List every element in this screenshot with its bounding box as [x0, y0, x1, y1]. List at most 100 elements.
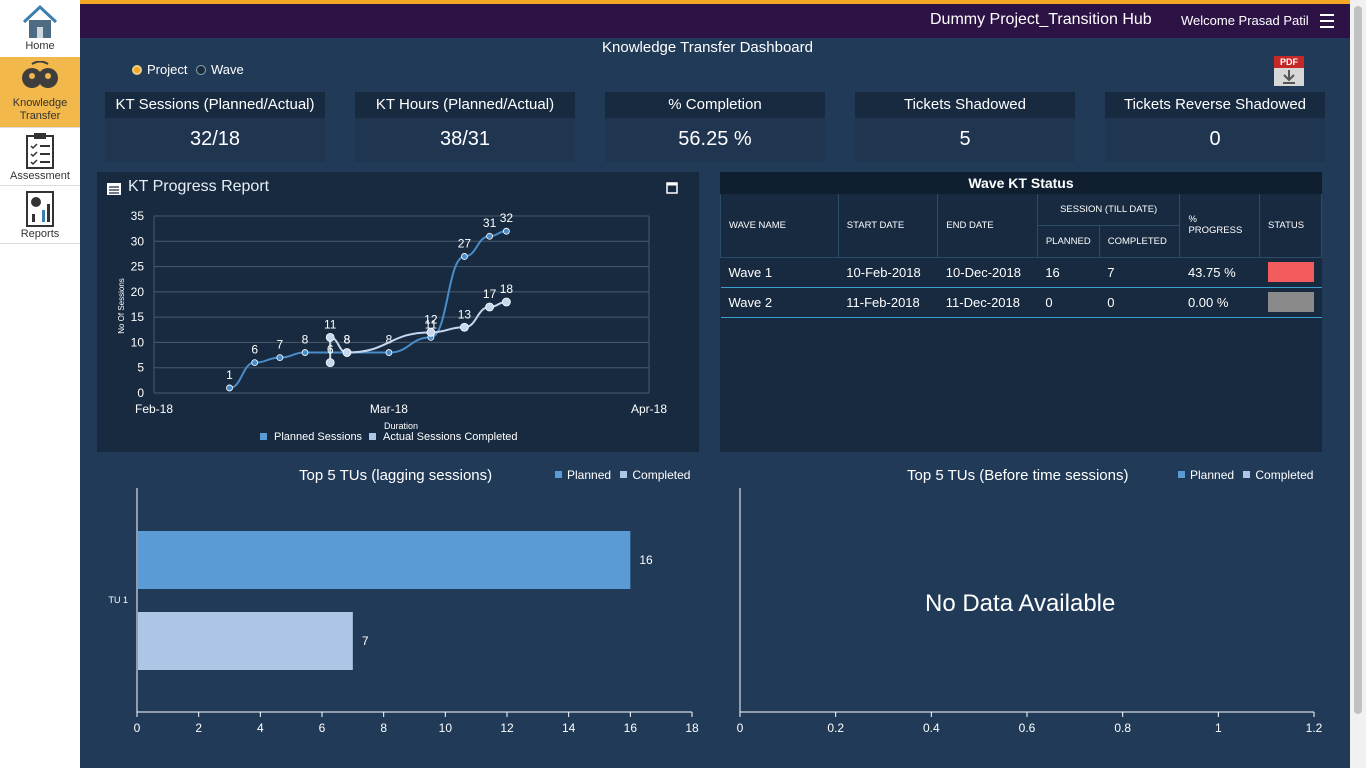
kpi-value: 5	[959, 128, 971, 150]
pdf-download-button[interactable]: PDF	[1274, 56, 1304, 86]
x-tick-label: Apr-18	[631, 402, 667, 416]
report-icon	[26, 191, 54, 227]
category-label: TU 1	[108, 595, 128, 605]
top-bar: Dummy Project_Transition Hub Welcome Pra…	[80, 0, 1350, 38]
data-label: 8	[302, 333, 309, 347]
data-label: 11	[324, 317, 337, 331]
sidebar-item-label: Knowledge Transfer	[12, 97, 68, 122]
y-tick-label: 30	[131, 234, 145, 248]
data-point	[485, 302, 494, 312]
sidebar-item-label: Reports	[20, 228, 60, 240]
data-label: 6	[327, 343, 334, 357]
end-date-cell: 10-Dec-2018	[937, 257, 1038, 288]
x-tick-label: 4	[257, 721, 264, 735]
sidebar-item-label: Assessment	[10, 170, 70, 182]
welcome-text: Welcome Prasad Patil	[1181, 13, 1309, 28]
status-cell	[1259, 287, 1322, 318]
data-point	[502, 227, 510, 235]
kpi-label: KT Sessions (Planned/Actual)	[105, 92, 325, 118]
status-swatch	[1267, 292, 1314, 312]
checklist-icon	[26, 133, 54, 169]
status-cell	[1259, 257, 1322, 288]
bar-value-label: 7	[362, 634, 369, 648]
data-label: 6	[251, 343, 258, 357]
data-point	[460, 322, 469, 332]
sidebar-item-assessment[interactable]: Assessment	[0, 128, 80, 186]
data-label: 31	[483, 216, 497, 230]
hamburger-icon[interactable]	[1320, 14, 1334, 28]
radio-wave[interactable]: Wave	[196, 62, 244, 77]
data-label: 12	[424, 312, 438, 326]
kpi-card-kt-sessions: KT Sessions (Planned/Actual) 32/18	[105, 92, 325, 162]
start-date-cell: 10-Feb-2018	[838, 257, 938, 288]
panel-title: Wave KT Status	[720, 172, 1322, 194]
data-label: 8	[344, 333, 351, 347]
start-date-cell: 11-Feb-2018	[838, 287, 938, 318]
radio-project[interactable]: Project	[132, 62, 187, 77]
progress-cell: 43.75 %	[1179, 257, 1260, 288]
radio-unselected-icon	[196, 65, 206, 75]
data-point	[251, 359, 259, 367]
sidebar-item-reports[interactable]: Reports	[0, 186, 80, 244]
data-point	[226, 384, 233, 392]
progress-cell: 0.00 %	[1179, 287, 1260, 318]
column-header: % PROGRESS	[1179, 194, 1260, 258]
scrollbar[interactable]	[1350, 0, 1366, 768]
kpi-value: 0	[1209, 128, 1221, 150]
x-tick-label: Feb-18	[135, 402, 173, 416]
y-tick-label: 10	[131, 335, 145, 349]
column-header: END DATE	[937, 194, 1038, 258]
series-line-1	[329, 300, 507, 363]
column-header: SESSION (TILL DATE)	[1036, 194, 1181, 226]
x-tick-label: 0.8	[1114, 721, 1131, 735]
table-row: Wave 2 11-Feb-2018 11-Dec-2018 0 0 0.00 …	[720, 287, 1322, 318]
wave-kt-status-panel: Wave KT Status WAVE NAME START DATE END …	[720, 172, 1322, 452]
status-swatch	[1267, 262, 1314, 282]
kpi-label: KT Hours (Planned/Actual)	[355, 92, 575, 118]
data-point	[426, 327, 436, 337]
x-tick-label: 6	[319, 721, 326, 735]
sidebar-item-label: Home	[25, 40, 55, 52]
data-point	[325, 332, 335, 342]
legend-swatch-actual	[369, 433, 376, 440]
data-point	[342, 348, 352, 357]
legend-label: Planned Sessions	[274, 431, 363, 443]
data-label: 32	[500, 211, 514, 225]
x-tick-label: 12	[500, 721, 514, 735]
y-tick-label: 25	[131, 260, 145, 274]
legend-swatch-completed	[1243, 471, 1251, 478]
x-tick-label: 8	[380, 721, 387, 735]
x-tick-label: 10	[439, 721, 453, 735]
data-label: 27	[458, 236, 472, 250]
sidebar-item-knowledge-transfer[interactable]: Knowledge Transfer	[0, 57, 80, 128]
people-icon	[22, 61, 58, 88]
x-tick-label: 0.4	[923, 721, 940, 735]
data-label: 7	[277, 338, 284, 352]
radio-label: Project	[147, 62, 188, 77]
data-point	[325, 358, 335, 368]
kpi-value: 38/31	[439, 128, 491, 150]
sidebar: Home Knowledge Transfer Assessment Repor…	[0, 0, 80, 768]
scrollbar-thumb[interactable]	[1354, 6, 1362, 714]
data-label: 18	[500, 282, 514, 296]
x-tick-label: Mar-18	[370, 402, 408, 416]
data-point	[461, 253, 468, 260]
legend-swatch-planned	[1178, 471, 1185, 478]
column-header: STATUS	[1259, 194, 1322, 258]
data-point	[385, 349, 393, 356]
radio-label: Wave	[211, 62, 244, 77]
x-tick-label: 14	[562, 721, 576, 735]
legend-swatch-planned	[260, 433, 267, 440]
data-point	[486, 232, 493, 240]
kpi-card-completion: % Completion 56.25 %	[605, 92, 825, 162]
lagging-bar-chart: 0 2 4 6 8 10 12 14 16 18 TU 1 16 7	[108, 488, 699, 735]
table-row: Wave 1 10-Feb-2018 10-Dec-2018 16 7 43.7…	[720, 257, 1322, 288]
legend-swatch-completed	[620, 471, 628, 478]
sidebar-item-home[interactable]: Home	[0, 0, 80, 58]
completed-cell: 0	[1099, 287, 1180, 318]
planned-cell: 16	[1037, 257, 1100, 288]
kpi-label: % Completion	[605, 92, 825, 118]
radio-selected-icon	[132, 65, 142, 75]
y-tick-label: 15	[131, 310, 145, 324]
wave-status-table: WAVE NAME START DATE END DATE SESSION (T…	[720, 194, 1322, 318]
